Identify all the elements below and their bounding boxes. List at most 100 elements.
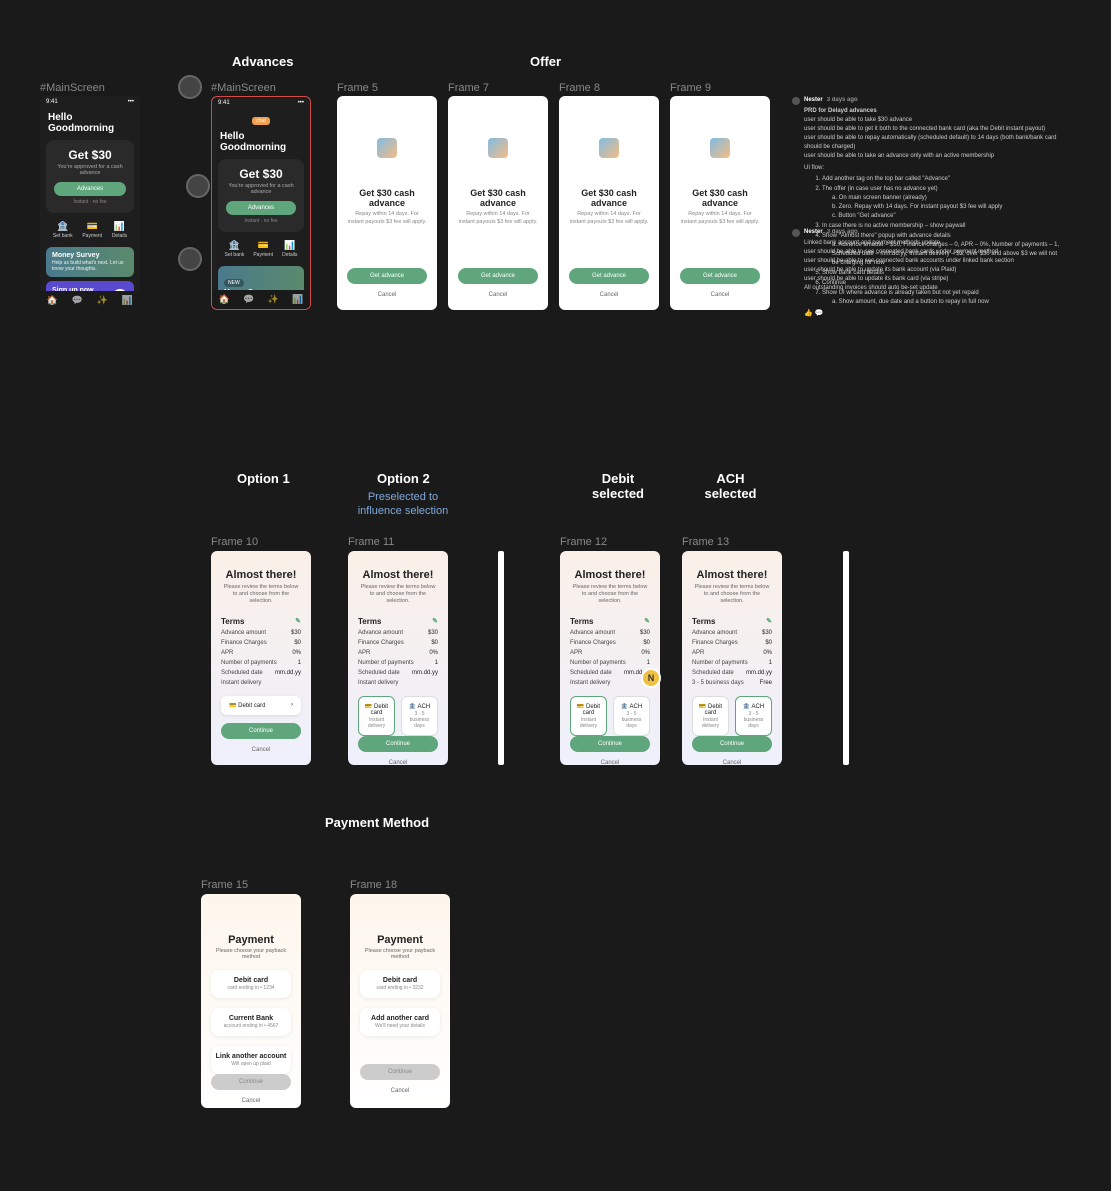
tab-bar: 🏠 💬 ✨ 📊 xyxy=(212,290,310,309)
section-payment-method: Payment Method xyxy=(325,815,429,830)
terms-head-label: Terms xyxy=(221,617,244,626)
action-payment[interactable]: 💳Payment xyxy=(253,240,273,258)
bank-icon: 🏦 xyxy=(53,221,73,232)
edit-icon[interactable]: ✎ xyxy=(644,617,650,626)
continue-button[interactable]: Continue xyxy=(570,736,650,752)
main-screen-2[interactable]: 9:41••• chat Hello Goodmorning Get $30 Y… xyxy=(211,96,311,310)
pay-card-bank[interactable]: Current Bankaccount ending in • 4567 xyxy=(211,1008,291,1036)
frame-label-13: Frame 13 xyxy=(682,536,729,548)
option-debit[interactable]: 💳 Debit cardInstant delivery xyxy=(358,696,395,736)
reaction-icons[interactable]: 👍 💬 xyxy=(804,309,1062,320)
hero-card[interactable]: Get $30 You're approved for a cash advan… xyxy=(218,159,304,232)
offer-frame-7[interactable]: Get $30 cash advanceRepay within 14 days… xyxy=(448,96,548,310)
tab-4[interactable]: 📊 xyxy=(122,295,133,306)
pay-card-link[interactable]: Link another accountWill open up plaid xyxy=(211,1046,291,1074)
cancel-button[interactable]: Cancel xyxy=(569,290,649,300)
offer-icon xyxy=(599,138,619,158)
option-ach[interactable]: 🏦 ACH3 - 5 business days xyxy=(735,696,772,736)
comment-title: PRD for Delayd advances xyxy=(804,107,1062,116)
continue-button[interactable]: Continue xyxy=(692,736,772,752)
user-cursor: N xyxy=(641,668,661,688)
main-screen-1[interactable]: 9:41••• Hello Goodmorning Get $30 You're… xyxy=(40,96,140,310)
cancel-button[interactable]: Cancel xyxy=(221,745,301,755)
payment-title: Payment xyxy=(360,934,440,946)
tab-home[interactable]: 🏠 xyxy=(47,295,58,306)
offer-frame-5[interactable]: Get $30 cash advance Repay within 14 day… xyxy=(337,96,437,310)
tab-2[interactable]: 💬 xyxy=(72,295,83,306)
frame-label-5: Frame 5 xyxy=(337,82,378,94)
terms-frame-10[interactable]: Almost there! Please review the terms be… xyxy=(211,551,311,765)
offer-frame-9[interactable]: Get $30 cash advanceRepay within 14 days… xyxy=(670,96,770,310)
bank-icon: 🏦 xyxy=(225,240,245,251)
advances-button[interactable]: Advances xyxy=(226,201,296,215)
advances-button[interactable]: Advances xyxy=(54,182,126,196)
payment-frame-15[interactable]: Payment Please choose your payback metho… xyxy=(201,894,301,1108)
frame-label-11: Frame 11 xyxy=(348,536,394,548)
tab-3[interactable]: ✨ xyxy=(268,294,279,305)
cancel-button[interactable]: Cancel xyxy=(692,758,772,765)
terms-title: Almost there! xyxy=(692,569,772,581)
get-advance-button[interactable]: Get advance xyxy=(347,268,427,284)
hero-card[interactable]: Get $30 You're approved for a cash advan… xyxy=(46,140,134,213)
terms-sub: Please review the terms below to and cho… xyxy=(358,584,438,605)
tab-3[interactable]: ✨ xyxy=(97,295,108,306)
action-details[interactable]: 📊Details xyxy=(282,240,297,258)
cancel-button[interactable]: Cancel xyxy=(458,290,538,300)
payment-sub: Please choose your payback method xyxy=(360,948,440,960)
section-offer: Offer xyxy=(530,54,561,69)
survey-card[interactable]: Money Survey Help us build what's next. … xyxy=(46,247,134,277)
get-advance-button[interactable]: Get advance xyxy=(569,268,649,284)
cancel-button[interactable]: Cancel xyxy=(358,758,438,765)
payment-select[interactable]: 💳 Debit card› xyxy=(221,696,301,715)
frame-label-18: Frame 18 xyxy=(350,879,397,891)
terms-frame-12[interactable]: Almost there! Please review the terms be… xyxy=(560,551,660,765)
chat-badge: chat xyxy=(252,117,269,125)
cancel-button[interactable]: Cancel xyxy=(360,1086,440,1096)
user-avatar-1[interactable] xyxy=(178,75,202,99)
card-icon: 💳 xyxy=(82,221,102,232)
offer-title: Get $30 cash advance xyxy=(347,188,427,208)
offer-frame-8[interactable]: Get $30 cash advanceRepay within 14 days… xyxy=(559,96,659,310)
terms-frame-13[interactable]: Almost there! Please review the terms be… xyxy=(682,551,782,765)
tab-2[interactable]: 💬 xyxy=(243,294,254,305)
greeting: Hello Goodmorning xyxy=(40,108,140,136)
pay-card-add[interactable]: Add another cardWe'll need your details xyxy=(360,1008,440,1036)
action-payment[interactable]: 💳Payment xyxy=(82,221,102,239)
edit-icon[interactable]: ✎ xyxy=(432,617,438,626)
tab-4[interactable]: 📊 xyxy=(292,294,303,305)
pay-card-debit[interactable]: Debit cardcard ending in • 1234 xyxy=(211,970,291,998)
comment-thread-2[interactable]: Nester 3 days ago Linked bank account an… xyxy=(792,228,1062,293)
option-ach[interactable]: 🏦 ACH3 - 5 business days xyxy=(401,696,438,736)
continue-button[interactable]: Continue xyxy=(211,1074,291,1090)
option-debit[interactable]: 💳 Debit cardInstant delivery xyxy=(570,696,607,736)
details-icon: 📊 xyxy=(112,221,127,232)
cancel-button[interactable]: Cancel xyxy=(211,1096,291,1106)
frame-label-9: Frame 9 xyxy=(670,82,711,94)
section-advances: Advances xyxy=(232,54,293,69)
cancel-button[interactable]: Cancel xyxy=(570,758,650,765)
cancel-button[interactable]: Cancel xyxy=(347,290,427,300)
action-details[interactable]: 📊Details xyxy=(112,221,127,239)
option-ach[interactable]: 🏦 ACH3 - 5 business days xyxy=(613,696,650,736)
payment-frame-18[interactable]: Payment Please choose your payback metho… xyxy=(350,894,450,1108)
continue-button[interactable]: Continue xyxy=(358,736,438,752)
status-bar: 9:41••• xyxy=(40,96,140,108)
edit-icon[interactable]: ✎ xyxy=(766,617,772,626)
get-advance-button[interactable]: Get advance xyxy=(680,268,760,284)
action-setbank[interactable]: 🏦Set bank xyxy=(53,221,73,239)
pay-card-debit[interactable]: Debit cardcard ending in • 3232 xyxy=(360,970,440,998)
terms-frame-11[interactable]: Almost there! Please review the terms be… xyxy=(348,551,448,765)
hero-title: Get $30 xyxy=(226,167,296,181)
edit-icon[interactable]: ✎ xyxy=(295,617,301,626)
action-setbank[interactable]: 🏦Set bank xyxy=(225,240,245,258)
user-avatar-2[interactable] xyxy=(186,174,210,198)
continue-button[interactable]: Continue xyxy=(360,1064,440,1080)
user-avatar-3[interactable] xyxy=(178,247,202,271)
cancel-button[interactable]: Cancel xyxy=(680,290,760,300)
option-debit[interactable]: 💳 Debit cardInstant delivery xyxy=(692,696,729,736)
offer-icon xyxy=(710,138,730,158)
tab-home[interactable]: 🏠 xyxy=(219,294,230,305)
continue-button[interactable]: Continue xyxy=(221,723,301,739)
frame-label-main1: #MainScreen xyxy=(40,82,105,94)
get-advance-button[interactable]: Get advance xyxy=(458,268,538,284)
